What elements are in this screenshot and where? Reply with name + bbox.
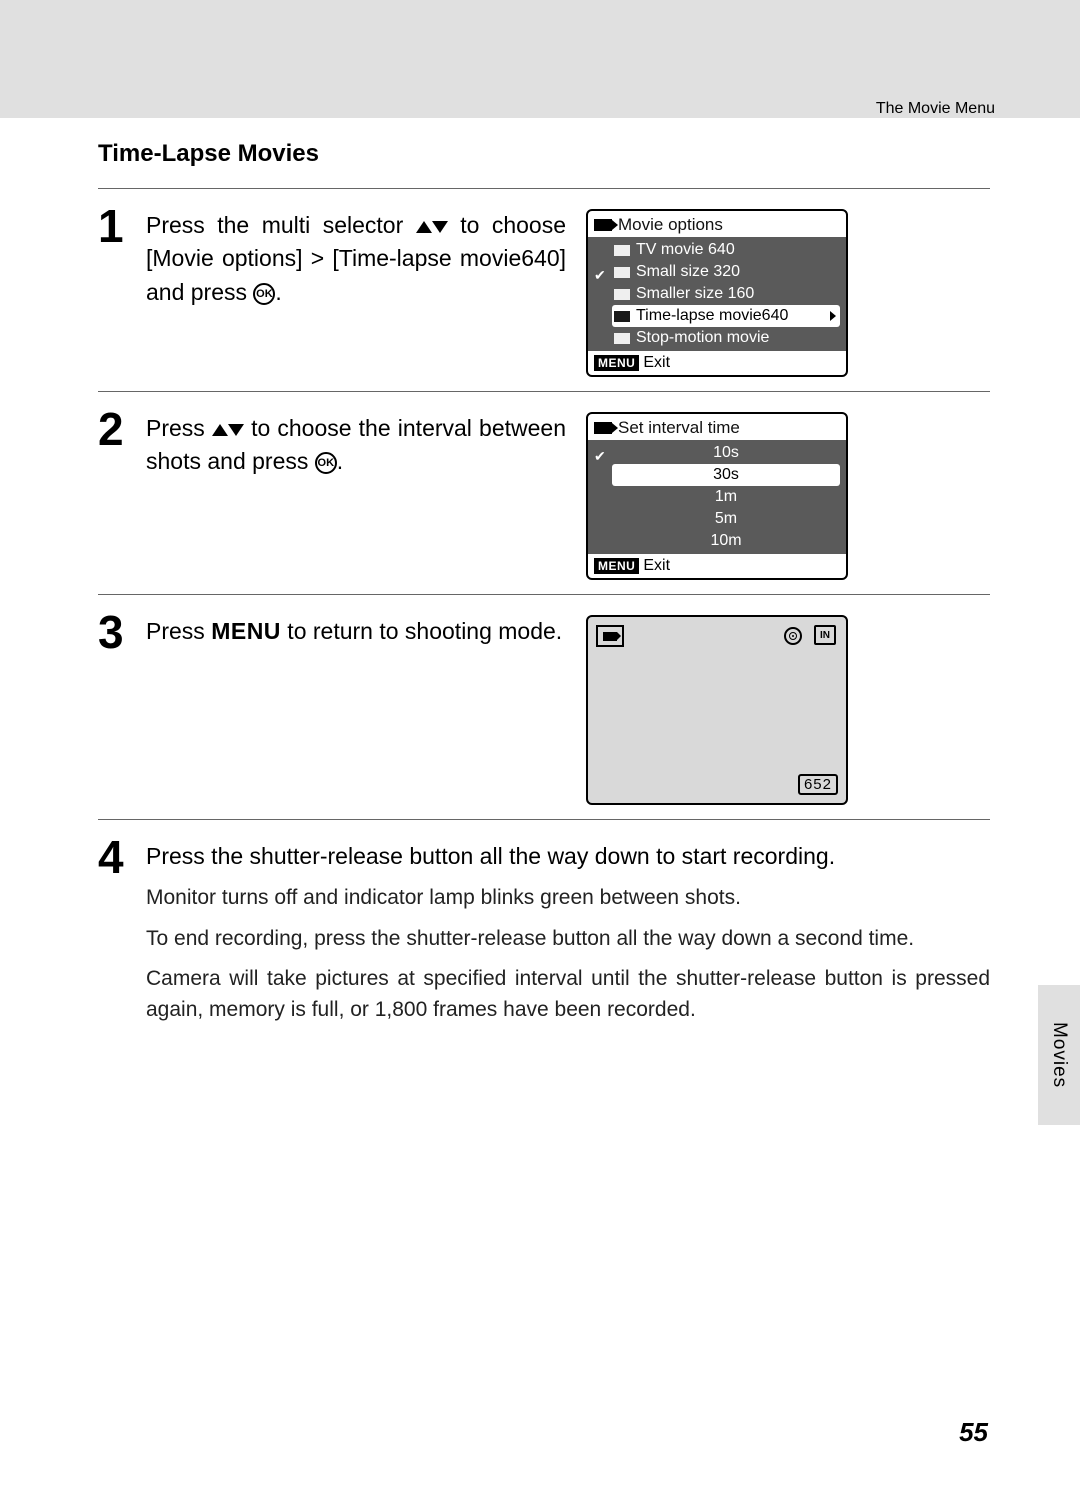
- check-icon: ✔: [594, 267, 606, 284]
- side-tab-movies: Movies: [1038, 985, 1080, 1125]
- divider: [98, 188, 990, 189]
- movie-mode-icon: [614, 311, 630, 322]
- side-tab-label: Movies: [1048, 1022, 1070, 1088]
- ok-button-icon: OK: [315, 452, 337, 474]
- divider: [98, 594, 990, 595]
- step4-line1: Press the shutter-release button all the…: [146, 840, 990, 873]
- section-title: Time-Lapse Movies: [98, 140, 990, 168]
- ok-button-icon: OK: [253, 283, 275, 305]
- interval-item[interactable]: 5m: [612, 508, 840, 530]
- vibration-reduction-icon: [784, 627, 802, 645]
- exit-label: Exit: [643, 354, 670, 372]
- interval-item[interactable]: 10s: [612, 442, 840, 464]
- screen-shooting-mode: IN 652: [586, 615, 848, 805]
- internal-memory-icon: IN: [814, 625, 836, 645]
- step-number: 4: [98, 834, 146, 880]
- menu-item-label: Small size 320: [636, 263, 740, 281]
- exit-label: Exit: [643, 557, 670, 575]
- menu-item-label: Stop-motion movie: [636, 329, 769, 347]
- triangle-up-icon: [416, 221, 432, 233]
- step4-p1: Monitor turns off and indicator lamp bli…: [146, 883, 990, 913]
- menu-item[interactable]: Stop-motion movie: [612, 327, 840, 349]
- divider: [98, 819, 990, 820]
- step4-p2: To end recording, press the shutter-rele…: [146, 924, 990, 954]
- triangle-up-icon: [212, 424, 228, 436]
- step-number: 1: [98, 203, 146, 249]
- menu-word: MENU: [211, 618, 281, 644]
- step-number: 2: [98, 406, 146, 452]
- recording-count: 652: [798, 774, 838, 795]
- step1-text-post: .: [275, 279, 281, 305]
- step-number: 3: [98, 609, 146, 655]
- page-number: 55: [959, 1417, 988, 1448]
- movie-mode-icon: [614, 267, 630, 278]
- menu-item-selected[interactable]: Time-lapse movie640: [612, 305, 840, 327]
- screen1-title: Movie options: [618, 215, 723, 235]
- menu-badge: MENU: [594, 355, 639, 371]
- movie-mode-icon: [614, 289, 630, 300]
- movie-mode-icon: [614, 333, 630, 344]
- screen-movie-options: Movie options ✔ TV movie 640 Small size …: [586, 209, 848, 377]
- triangle-down-icon: [228, 424, 244, 436]
- menu-item-label: Smaller size 160: [636, 285, 754, 303]
- divider: [98, 391, 990, 392]
- menu-item[interactable]: Smaller size 160: [612, 283, 840, 305]
- interval-item[interactable]: 10m: [612, 530, 840, 552]
- menu-badge: MENU: [594, 558, 639, 574]
- step2-text-pre: Press: [146, 415, 212, 441]
- interval-item[interactable]: 1m: [612, 486, 840, 508]
- triangle-down-icon: [432, 221, 448, 233]
- menu-item-label: TV movie 640: [636, 241, 735, 259]
- menu-item[interactable]: Small size 320: [612, 261, 840, 283]
- header-title: The Movie Menu: [876, 100, 995, 118]
- movie-camera-icon: [594, 422, 612, 434]
- step-1: 1 Press the multi selector to choose [Mo…: [98, 203, 990, 377]
- screen2-title: Set interval time: [618, 418, 740, 438]
- step4-p3: Camera will take pictures at specified i…: [146, 964, 990, 1025]
- step-4: 4 Press the shutter-release button all t…: [98, 834, 990, 1035]
- menu-item[interactable]: TV movie 640: [612, 239, 840, 261]
- step3-text-pre: Press: [146, 618, 211, 644]
- header-band: The Movie Menu: [0, 0, 1080, 118]
- timelapse-mode-icon: [596, 625, 624, 647]
- step1-text-pre: Press the multi selector: [146, 212, 416, 238]
- check-icon: ✔: [594, 448, 606, 465]
- interval-item-selected[interactable]: 30s: [612, 464, 840, 486]
- movie-camera-icon: [594, 219, 612, 231]
- step-3: 3 Press MENU to return to shooting mode.…: [98, 609, 990, 805]
- screen-interval: Set interval time ✔ 10s 30s 1m 5m 10m ME…: [586, 412, 848, 580]
- menu-item-label: Time-lapse movie640: [636, 307, 788, 325]
- step-2: 2 Press to choose the interval between s…: [98, 406, 990, 580]
- step2-text-post: .: [337, 448, 343, 474]
- movie-mode-icon: [614, 245, 630, 256]
- step3-text-post: to return to shooting mode.: [281, 618, 562, 644]
